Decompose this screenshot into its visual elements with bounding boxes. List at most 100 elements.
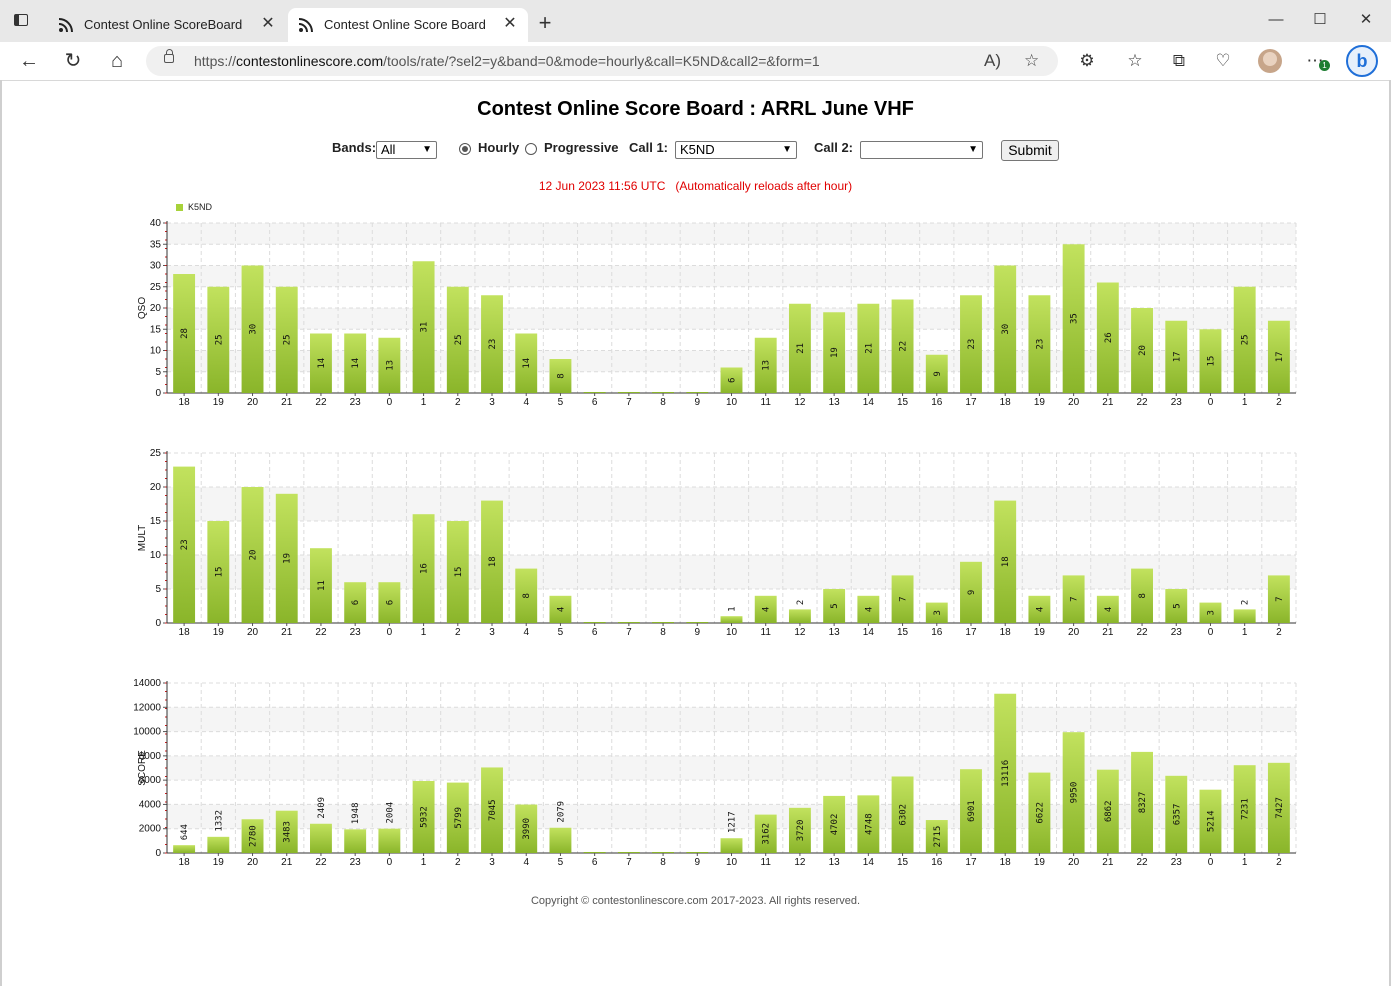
x-tick-label: 7 [626,857,632,868]
x-tick-label: 12 [794,627,806,638]
bar-value-label: 6302 [899,804,909,826]
bar-value-label: 6 [351,600,361,605]
x-tick-label: 1 [1242,857,1248,868]
close-tab-icon[interactable]: ✕ [500,14,520,34]
bar-value-label: 3 [1206,610,1216,615]
bing-copilot-icon[interactable]: b [1346,45,1378,77]
x-tick-label: 4 [523,397,529,408]
url-field[interactable]: https://contestonlinescore.com/tools/rat… [146,46,1058,76]
tab-title: Contest Online ScoreBoard [84,17,243,32]
close-window-button[interactable]: ✕ [1354,10,1378,30]
x-tick-label: 3 [489,397,495,408]
y-tick-label: 15 [150,516,162,527]
minimize-button[interactable]: — [1264,10,1288,30]
bar-value-label: 13 [762,360,772,371]
x-tick-label: 0 [387,627,393,638]
favorites-icon[interactable]: ☆ [1122,48,1148,74]
x-tick-label: 8 [660,627,666,638]
x-tick-label: 12 [794,857,806,868]
x-tick-label: 8 [660,857,666,868]
favorite-star-icon[interactable]: ☆ [1024,51,1039,71]
new-tab-button[interactable]: + [534,12,556,34]
x-tick-label: 18 [179,857,191,868]
bar-value-label: 6901 [967,800,977,822]
x-tick-label: 18 [1000,857,1012,868]
y-tick-label: 30 [150,261,162,272]
x-tick-label: 19 [1034,857,1046,868]
y-tick-label: 4000 [139,799,162,810]
bar-value-label: 6 [728,378,738,383]
call2-label: Call 2: [814,140,854,155]
x-tick-label: 21 [1102,627,1114,638]
bar-value-label: 4702 [830,814,840,836]
call1-select[interactable]: K5ND ▼ [675,141,797,159]
close-tab-icon[interactable]: ✕ [258,14,278,34]
more-menu-icon[interactable]: ⋯ 1 [1302,48,1330,74]
call2-select[interactable]: ▼ [860,141,983,159]
x-tick-label: 15 [897,397,909,408]
x-tick-label: 0 [1208,397,1214,408]
x-tick-label: 22 [1136,627,1148,638]
x-tick-label: 3 [489,857,495,868]
tab-actions-icon[interactable] [14,14,28,26]
x-tick-label: 18 [1000,397,1012,408]
x-tick-label: 19 [213,627,225,638]
refresh-icon[interactable]: ↻ [60,48,86,74]
extensions-icon[interactable]: ⚙ [1074,48,1100,74]
bar-value-label: 15 [454,567,464,578]
tab-scoreboard-2[interactable]: Contest Online Score Board ✕ [288,8,528,42]
x-tick-label: 12 [794,397,806,408]
grid-band [167,223,1296,245]
collections-icon[interactable]: ⧉ [1166,48,1192,74]
bar-value-label: 13 [385,360,395,371]
x-tick-label: 9 [695,857,701,868]
page-title: Contest Online Score Board : ARRL June V… [477,98,914,120]
bar [583,622,606,623]
bar-value-label: 19 [830,347,840,358]
x-tick-label: 21 [281,397,293,408]
x-tick-label: 22 [315,397,327,408]
maximize-button[interactable]: ☐ [1308,10,1332,30]
bar-value-label: 25 [1241,334,1251,345]
lock-icon [164,49,174,63]
bar [720,616,743,623]
x-tick-label: 22 [1136,397,1148,408]
bar-value-label: 1948 [351,803,361,825]
bar-value-label: 30 [1001,324,1011,335]
bar [583,392,606,393]
bar-value-label: 6 [385,600,395,605]
bar-value-label: 9 [933,371,943,376]
bar-value-label: 25 [454,334,464,345]
x-tick-label: 19 [1034,397,1046,408]
bar-value-label: 15 [1206,356,1216,367]
back-arrow-icon[interactable]: ← [16,48,42,74]
y-axis-label: MULT [137,525,148,551]
bands-select[interactable]: All ▼ [376,141,437,159]
x-tick-label: 5 [558,397,564,408]
y-tick-label: 40 [150,218,162,229]
y-tick-label: 20 [150,303,162,314]
submit-button[interactable]: Submit [1001,140,1059,161]
home-icon[interactable]: ⌂ [104,48,130,74]
bar-value-label: 5932 [420,806,430,828]
bar-value-label: 18 [488,556,498,567]
x-tick-label: 20 [247,397,259,408]
x-tick-label: 21 [281,627,293,638]
x-tick-label: 19 [1034,627,1046,638]
progressive-radio[interactable] [525,143,537,155]
profile-avatar[interactable] [1258,49,1282,73]
bar [583,852,606,853]
bar [207,836,230,853]
bar [1233,609,1256,623]
read-aloud-icon[interactable]: A) [984,51,1001,71]
bar-value-label: 23 [488,339,498,350]
bar-value-label: 3 [933,610,943,615]
browser-essentials-icon[interactable]: ♡ [1210,48,1236,74]
hourly-radio[interactable] [459,143,471,155]
bar-value-label: 30 [249,324,259,335]
y-axis-label: QSO [137,297,148,319]
tab-scoreboard-1[interactable]: Contest Online ScoreBoard ✕ [48,8,286,42]
legend-swatch [176,204,183,211]
bar-value-label: 31 [420,322,430,333]
call1-value: K5ND [680,142,715,157]
